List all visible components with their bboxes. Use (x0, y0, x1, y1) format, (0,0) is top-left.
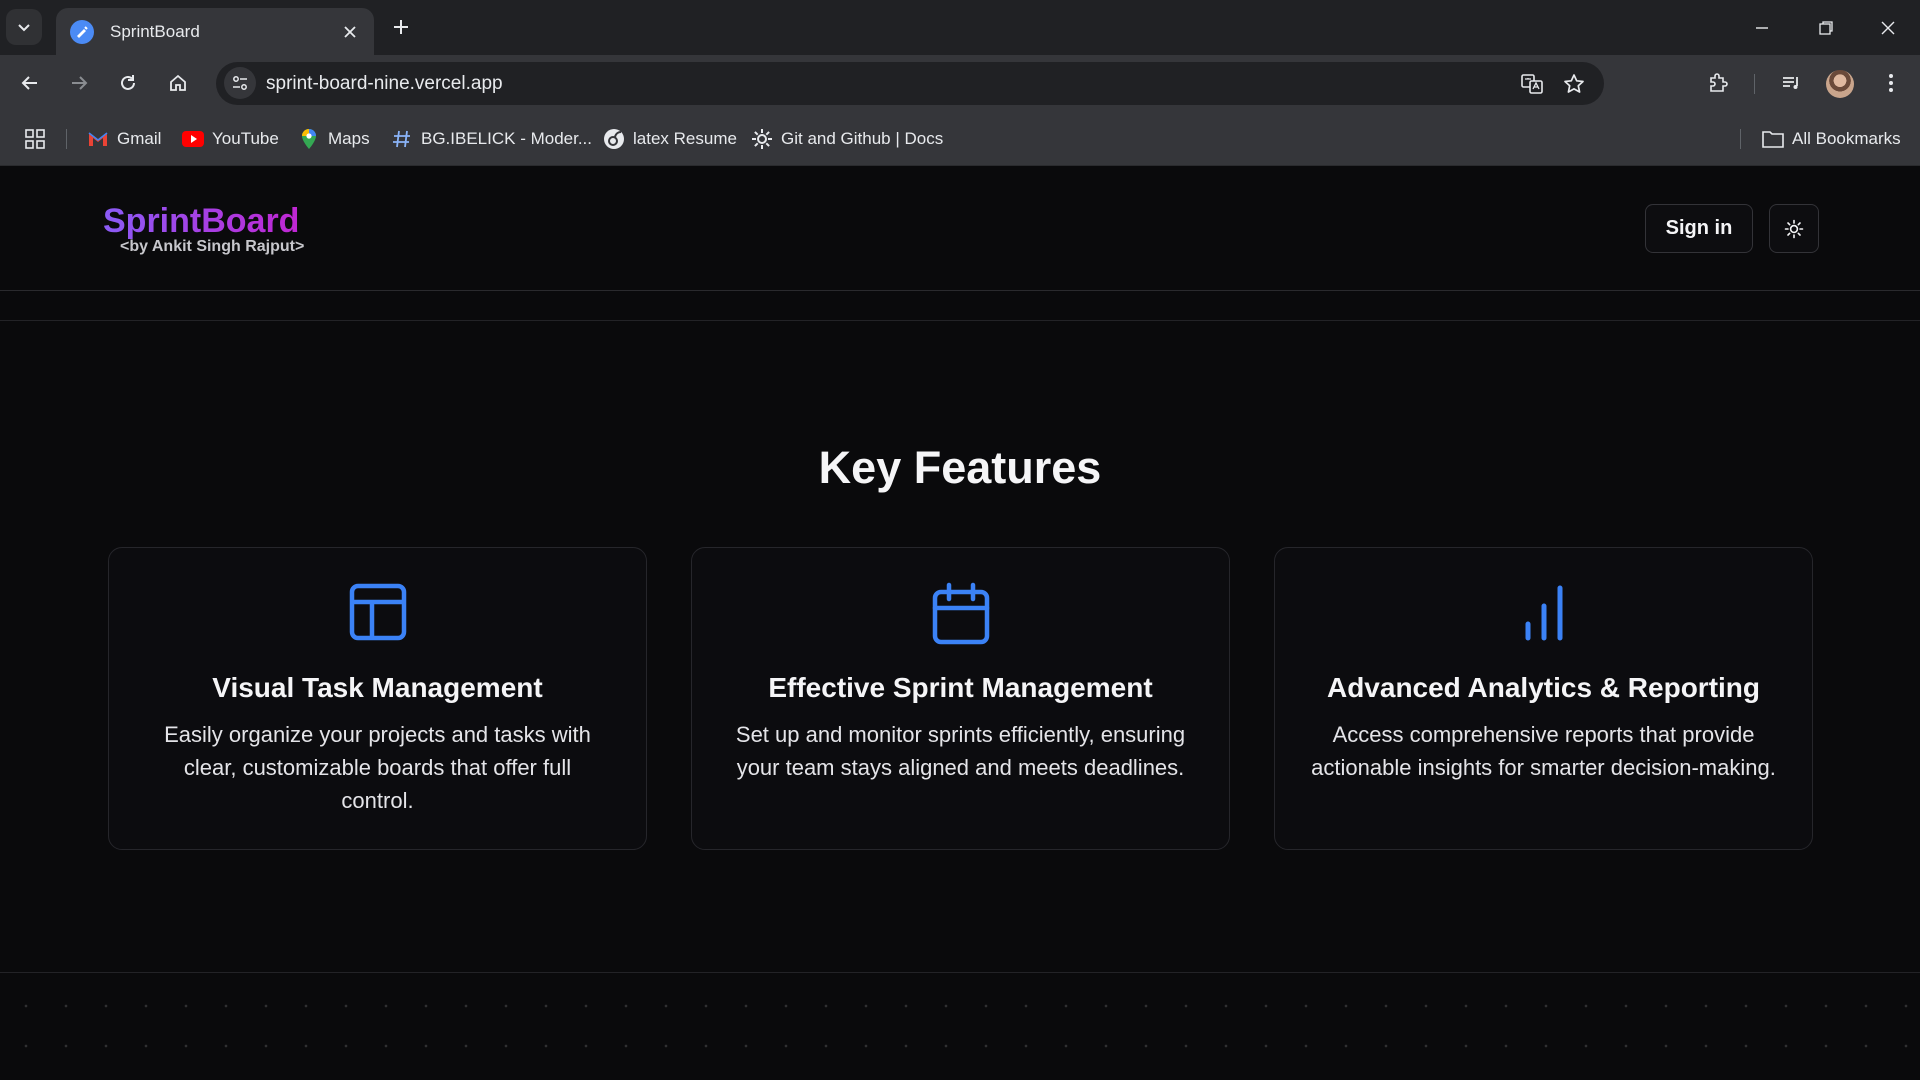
bookmark-git-github-docs[interactable]: Git and Github | Docs (751, 124, 943, 154)
chevron-down-icon (18, 24, 30, 32)
toolbar-divider (1754, 74, 1755, 94)
feature-card-sprint: Effective Sprint Management Set up and m… (691, 547, 1230, 850)
feature-title: Effective Sprint Management (768, 672, 1153, 703)
bar-chart-icon (1525, 585, 1562, 641)
page-content: SprintBoard <by Ankit Singh Rajput> Sign… (0, 166, 1920, 1080)
url-text: sprint-board-nine.vercel.app (266, 73, 503, 94)
bookmark-bg-ibelick[interactable]: BG.IBELICK - Moder... (391, 124, 592, 154)
feature-card-analytics: Advanced Analytics & Reporting Access co… (1274, 547, 1813, 850)
back-arrow-icon[interactable] (12, 65, 48, 101)
translate-icon[interactable] (1517, 69, 1547, 99)
gear-icon (751, 128, 773, 150)
bookmarks-bar: Gmail YouTube Maps BG.IBELICK - Moder...… (0, 111, 1920, 166)
sun-icon (1784, 219, 1804, 238)
youtube-icon (182, 128, 204, 150)
feature-description: Set up and monitor sprints efficiently, … (735, 722, 1186, 780)
layout-icon (349, 583, 406, 641)
minimize-icon[interactable] (1730, 0, 1794, 55)
overleaf-icon (603, 128, 625, 150)
active-tab[interactable]: SprintBoard (56, 8, 374, 55)
gmail-icon (87, 128, 109, 150)
profile-avatar[interactable] (1826, 70, 1854, 98)
bookmark-maps[interactable]: Maps (298, 124, 370, 154)
brand-author: <by Ankit Singh Rajput> (120, 238, 305, 255)
feature-description: Easily organize your projects and tasks … (164, 722, 591, 813)
bookmark-star-icon[interactable] (1559, 69, 1589, 99)
sign-in-button[interactable]: Sign in (1645, 204, 1753, 253)
apps-grid-icon[interactable] (24, 124, 46, 154)
browser-toolbar: sprint-board-nine.vercel.app (0, 55, 1920, 111)
bookmark-youtube[interactable]: YouTube (182, 124, 279, 154)
all-bookmarks-button[interactable]: All Bookmarks (1762, 124, 1901, 154)
close-window-icon[interactable] (1856, 0, 1920, 55)
bookmarks-divider-right (1740, 129, 1741, 149)
tab-title: SprintBoard (110, 21, 200, 41)
feature-title: Visual Task Management (212, 672, 543, 703)
more-menu-icon[interactable] (1873, 65, 1909, 101)
calendar-icon (932, 582, 989, 645)
feature-title: Advanced Analytics & Reporting (1326, 672, 1761, 703)
site-header: SprintBoard <by Ankit Singh Rajput> Sign… (0, 166, 1920, 291)
reload-icon[interactable] (110, 65, 146, 101)
restore-icon[interactable] (1794, 0, 1858, 55)
feature-card-visual-task: Visual Task Management Easily organize y… (108, 547, 647, 850)
new-tab-icon[interactable] (386, 12, 416, 42)
tab-close-icon[interactable] (336, 18, 364, 46)
maps-pin-icon (298, 128, 320, 150)
bookmark-latex-resume[interactable]: latex Resume (603, 124, 737, 154)
bookmarks-divider (66, 129, 67, 149)
address-bar[interactable]: sprint-board-nine.vercel.app (216, 62, 1604, 105)
brand-logo[interactable]: SprintBoard (103, 202, 299, 241)
features-heading: Key Features (818, 442, 1102, 493)
bookmark-gmail[interactable]: Gmail (87, 124, 161, 154)
sprintboard-favicon-icon (70, 19, 94, 44)
feature-description: Access comprehensive reports that provid… (1311, 722, 1776, 780)
theme-toggle-button[interactable] (1769, 204, 1819, 253)
browser-tabstrip: SprintBoard (0, 0, 1920, 55)
home-icon[interactable] (160, 65, 196, 101)
extensions-icon[interactable] (1700, 65, 1736, 101)
hash-icon (391, 128, 413, 150)
folder-icon (1762, 128, 1784, 150)
forward-arrow-icon[interactable] (61, 65, 97, 101)
media-queue-icon[interactable] (1773, 65, 1809, 101)
site-info-icon[interactable] (224, 67, 256, 99)
tab-search-button[interactable] (6, 9, 42, 45)
